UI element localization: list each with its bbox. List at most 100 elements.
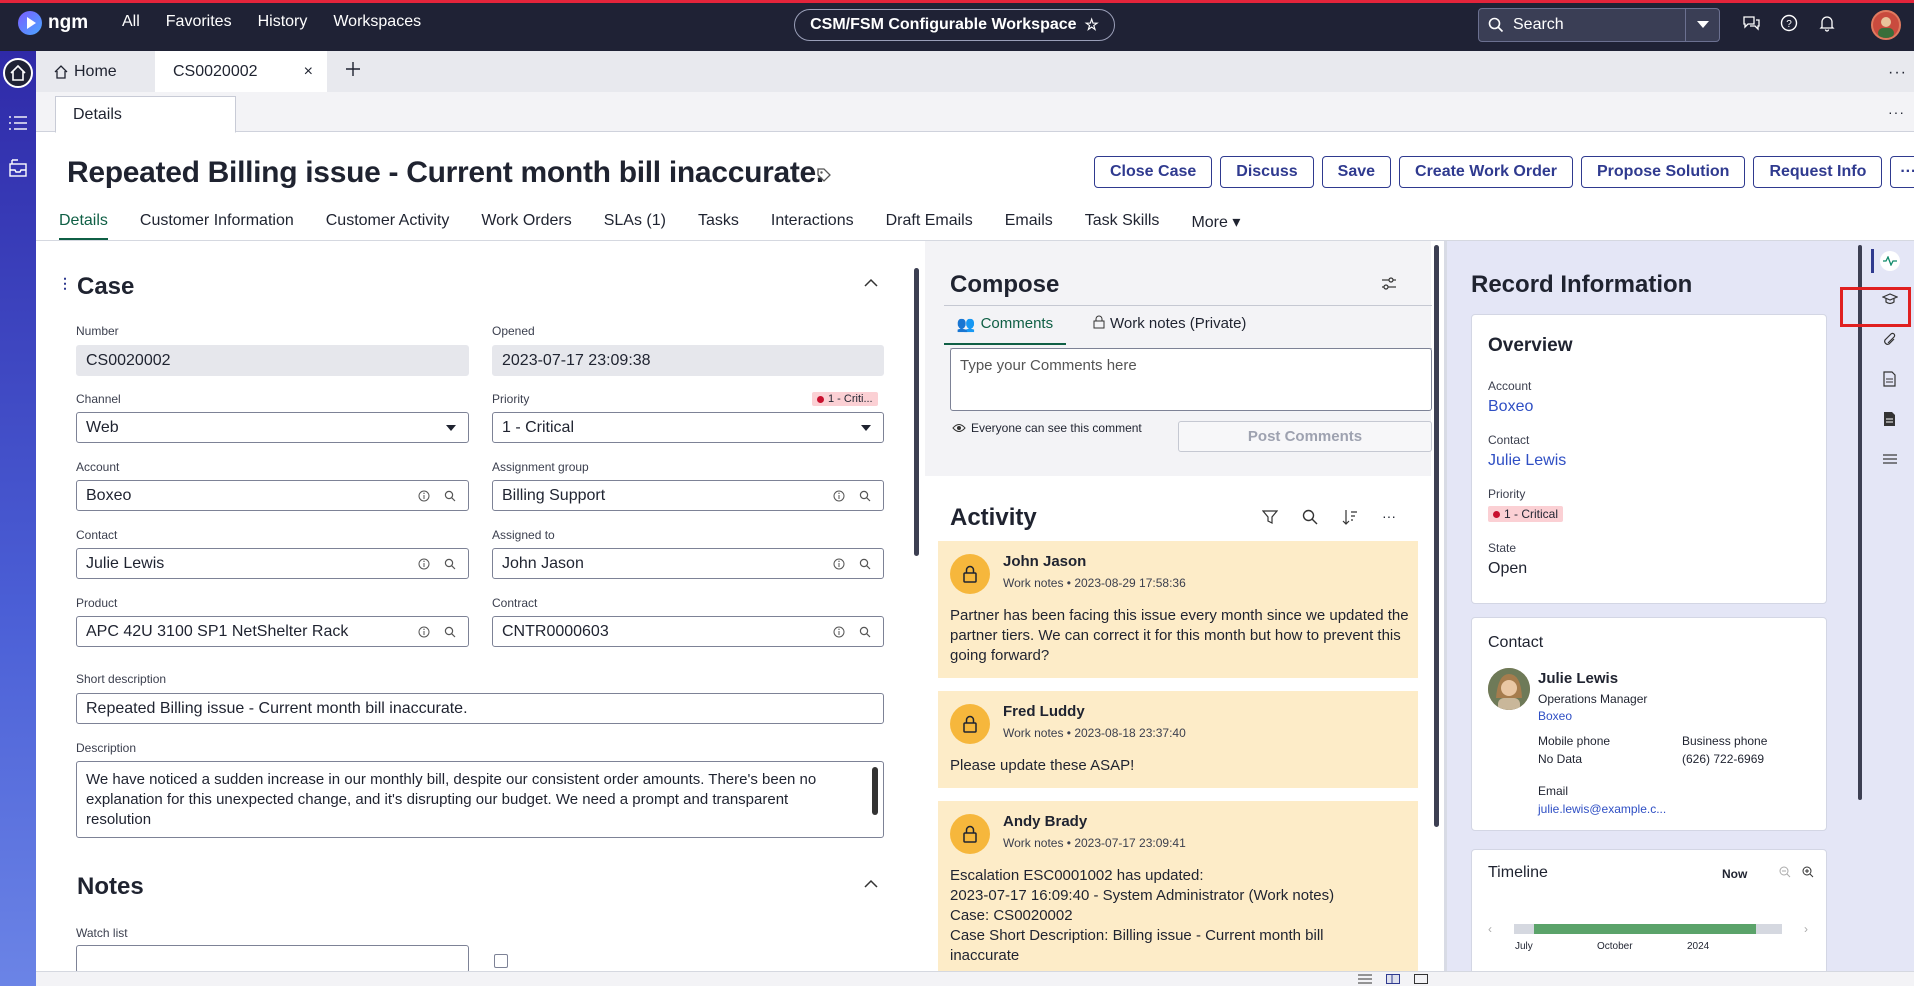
search-icon[interactable] <box>444 558 456 570</box>
chat-icon[interactable] <box>1742 14 1760 32</box>
drag-handle-icon[interactable]: ⋮ <box>58 275 72 292</box>
watch-list-field[interactable] <box>76 945 469 971</box>
list-details-icon[interactable] <box>1883 453 1897 465</box>
collapse-notes-icon[interactable] <box>864 879 878 888</box>
contract-field[interactable]: CNTR0000603 <box>492 616 884 647</box>
contact-field[interactable]: Julie Lewis <box>76 548 469 579</box>
document-icon[interactable] <box>1883 371 1896 387</box>
workspace-selector[interactable]: CSM/FSM Configurable Workspace ☆ <box>794 9 1115 41</box>
search-icon[interactable] <box>444 626 456 638</box>
bell-icon[interactable] <box>1818 14 1836 32</box>
timeline-prev-icon[interactable]: ‹ <box>1488 922 1492 936</box>
sort-icon[interactable] <box>1342 509 1358 525</box>
layout-single-icon[interactable] <box>1414 974 1428 984</box>
activity-scrollbar[interactable] <box>1434 245 1439 827</box>
close-case-button[interactable]: Close Case <box>1094 156 1213 188</box>
tab-tasks[interactable]: Tasks <box>698 212 739 241</box>
form-scrollbar[interactable] <box>914 268 919 556</box>
contact-avatar[interactable] <box>1488 668 1530 710</box>
zoom-in-icon[interactable] <box>1802 866 1814 878</box>
search-icon[interactable] <box>1302 509 1318 525</box>
timeline-range[interactable] <box>1534 924 1756 934</box>
zoom-out-icon[interactable] <box>1779 866 1791 878</box>
search-dropdown-icon[interactable] <box>1685 9 1719 41</box>
search-icon[interactable] <box>859 558 871 570</box>
activity-pulse-icon[interactable] <box>1880 251 1900 271</box>
help-icon[interactable]: ? <box>1780 14 1798 32</box>
tab-customer-activity[interactable]: Customer Activity <box>326 212 450 241</box>
tab-customer-information[interactable]: Customer Information <box>140 212 294 241</box>
info-icon[interactable] <box>833 626 845 638</box>
overview-account-link[interactable]: Boxeo <box>1488 398 1533 416</box>
description-textarea[interactable]: We have noticed a sudden increase in our… <box>76 761 884 838</box>
watch-list-checkbox[interactable] <box>494 954 508 968</box>
search-icon[interactable] <box>859 626 871 638</box>
info-icon[interactable] <box>833 490 845 502</box>
info-icon[interactable] <box>418 626 430 638</box>
product-field[interactable]: APC 42U 3100 SP1 NetShelter Rack <box>76 616 469 647</box>
email-link[interactable]: julie.lewis@example.c... <box>1538 802 1666 816</box>
page-more-icon[interactable]: ··· <box>1888 104 1905 120</box>
filter-icon[interactable] <box>1262 509 1278 525</box>
more-actions-button[interactable]: ··· <box>1890 156 1914 188</box>
home-icon[interactable] <box>3 58 33 88</box>
layout-list-icon[interactable] <box>1358 974 1372 984</box>
assigned-to-field[interactable]: John Jason <box>492 548 884 579</box>
tab-emails[interactable]: Emails <box>1005 212 1053 241</box>
account-field[interactable]: Boxeo <box>76 480 469 511</box>
tab-task-skills[interactable]: Task Skills <box>1085 212 1160 241</box>
close-icon[interactable]: × <box>304 63 313 81</box>
overview-contact-link[interactable]: Julie Lewis <box>1488 452 1566 470</box>
inbox-icon[interactable] <box>8 158 28 178</box>
add-tab-icon[interactable] <box>346 62 360 76</box>
tab-slas[interactable]: SLAs (1) <box>604 212 666 241</box>
collapse-case-icon[interactable] <box>864 278 878 287</box>
user-avatar[interactable] <box>1871 10 1901 40</box>
priority-select[interactable]: 1 - Critical <box>492 412 884 443</box>
save-button[interactable]: Save <box>1321 156 1392 188</box>
info-icon[interactable] <box>418 558 430 570</box>
timeline-next-icon[interactable]: › <box>1804 922 1808 936</box>
paperclip-icon[interactable] <box>1883 332 1897 348</box>
tab-details-page[interactable]: Details <box>55 96 236 133</box>
nav-all[interactable]: All <box>122 13 140 31</box>
propose-solution-button[interactable]: Propose Solution <box>1581 156 1746 188</box>
timeline-now-button[interactable]: Now <box>1722 867 1747 881</box>
tab-comments[interactable]: 👥 Comments <box>944 315 1066 345</box>
tab-work-orders[interactable]: Work Orders <box>481 212 571 241</box>
info-icon[interactable] <box>418 490 430 502</box>
create-work-order-button[interactable]: Create Work Order <box>1399 156 1573 188</box>
brand-logo[interactable]: ngm <box>18 11 88 35</box>
comments-textarea[interactable]: Type your Comments here <box>950 348 1432 411</box>
record-info-scrollbar[interactable] <box>1858 245 1862 800</box>
info-icon[interactable] <box>833 558 845 570</box>
request-info-button[interactable]: Request Info <box>1753 156 1883 188</box>
tab-draft-emails[interactable]: Draft Emails <box>886 212 973 241</box>
tab-work-notes[interactable]: Work notes (Private) <box>1093 315 1246 332</box>
contact-company-link[interactable]: Boxeo <box>1538 709 1572 723</box>
nav-workspaces[interactable]: Workspaces <box>333 13 421 31</box>
tab-home[interactable]: Home <box>40 51 152 92</box>
tab-details[interactable]: Details <box>59 212 108 241</box>
tag-icon[interactable] <box>816 167 832 183</box>
search-icon[interactable] <box>444 490 456 502</box>
tab-interactions[interactable]: Interactions <box>771 212 854 241</box>
post-comments-button[interactable]: Post Comments <box>1178 421 1432 452</box>
more-icon[interactable]: ··· <box>1382 509 1396 525</box>
tab-record[interactable]: CS0020002 × <box>155 51 327 92</box>
star-icon[interactable]: ☆ <box>1085 15 1099 35</box>
settings-sliders-icon[interactable] <box>1381 276 1397 292</box>
short-description-field[interactable]: Repeated Billing issue - Current month b… <box>76 693 884 724</box>
search-icon[interactable] <box>859 490 871 502</box>
global-search[interactable]: Search <box>1478 8 1720 42</box>
tabs-more-icon[interactable]: ··· <box>1888 64 1907 82</box>
nav-history[interactable]: History <box>258 13 308 31</box>
discuss-button[interactable]: Discuss <box>1220 156 1314 188</box>
tab-more[interactable]: More ▾ <box>1191 212 1240 241</box>
layout-split-icon[interactable] <box>1386 974 1400 984</box>
assignment-group-field[interactable]: Billing Support <box>492 480 884 511</box>
channel-select[interactable]: Web <box>76 412 469 443</box>
list-icon[interactable] <box>9 116 27 130</box>
filled-document-icon[interactable] <box>1883 411 1896 427</box>
description-scrollbar[interactable] <box>872 767 878 815</box>
